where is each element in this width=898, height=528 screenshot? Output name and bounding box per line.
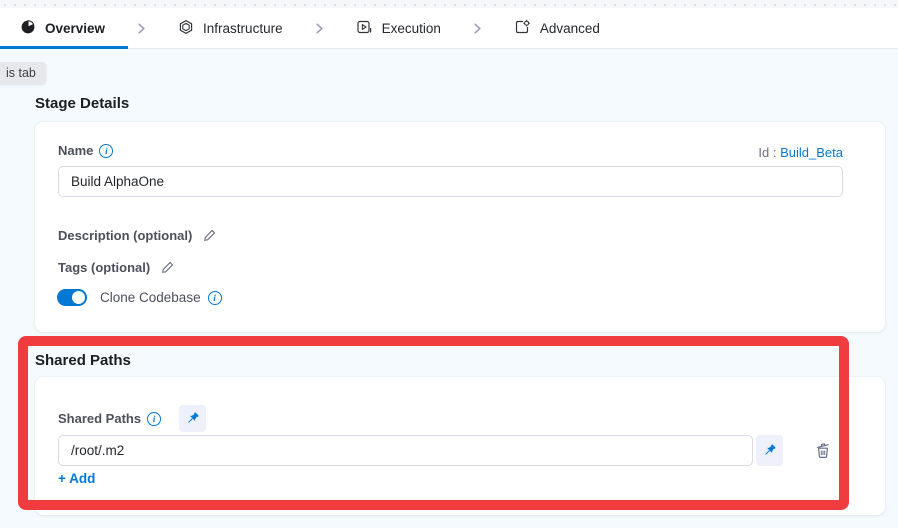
pin-button[interactable] [756, 435, 783, 466]
tags-label: Tags (optional) [58, 260, 150, 275]
tab-advanced[interactable]: Advanced [514, 19, 600, 38]
delete-path-button[interactable] [810, 438, 836, 464]
name-input-wrap [58, 166, 843, 197]
tab-infrastructure-label: Infrastructure [203, 21, 283, 36]
tags-row: Tags (optional) [58, 260, 175, 275]
stage-name-input[interactable] [58, 166, 843, 197]
info-icon[interactable]: i [99, 144, 113, 158]
add-path-link[interactable]: + Add [58, 471, 95, 486]
shared-paths-heading: Shared Paths [35, 352, 131, 369]
execution-icon [356, 19, 373, 38]
id-label: Id : [758, 145, 776, 160]
shared-path-input[interactable] [58, 435, 753, 466]
stage-config-page: Overview Infrastructure [0, 0, 898, 528]
name-label: Name [58, 143, 93, 158]
chevron-right-icon [470, 21, 485, 36]
stage-tabbar: Overview Infrastructure [0, 8, 898, 49]
pin-button[interactable] [179, 405, 206, 432]
tab-execution[interactable]: Execution [356, 19, 441, 38]
shared-paths-label-row: Shared Paths i [58, 405, 206, 432]
tab-advanced-label: Advanced [540, 21, 600, 36]
stage-details-card: Name i Id : Build_Beta Description (opti… [35, 122, 885, 332]
tooltip-chip: is tab [0, 62, 46, 84]
tab-infrastructure[interactable]: Infrastructure [178, 19, 283, 38]
infrastructure-icon [178, 19, 194, 38]
stage-id: Id : Build_Beta [758, 145, 843, 160]
edit-pencil-icon[interactable] [160, 260, 175, 275]
chevron-right-icon [312, 21, 327, 36]
advanced-icon [514, 19, 531, 38]
clone-codebase-toggle[interactable] [57, 289, 87, 306]
description-label: Description (optional) [58, 228, 192, 243]
overview-icon [20, 19, 36, 38]
tab-overview-label: Overview [45, 21, 105, 36]
active-tab-underline [0, 46, 128, 49]
name-label-row: Name i [58, 143, 113, 158]
shared-path-input-row [58, 435, 783, 466]
clone-codebase-label: Clone Codebase i [100, 290, 222, 305]
clone-codebase-label-text: Clone Codebase [100, 290, 201, 305]
id-value-link[interactable]: Build_Beta [780, 145, 843, 160]
clone-codebase-row: Clone Codebase i [57, 289, 222, 306]
tab-execution-label: Execution [382, 21, 441, 36]
trash-icon [813, 441, 833, 461]
shared-paths-card: Shared Paths i [35, 377, 885, 515]
stage-details-heading: Stage Details [35, 95, 129, 112]
tooltip-text: is tab [6, 66, 36, 80]
info-icon[interactable]: i [147, 412, 161, 426]
toggle-knob [72, 291, 85, 304]
chevron-right-icon [134, 21, 149, 36]
tab-overview[interactable]: Overview [20, 19, 105, 38]
shared-paths-label: Shared Paths [58, 411, 141, 426]
description-row: Description (optional) [58, 228, 217, 243]
pipeline-canvas-strip [0, 0, 898, 8]
edit-pencil-icon[interactable] [202, 228, 217, 243]
info-icon[interactable]: i [208, 291, 222, 305]
